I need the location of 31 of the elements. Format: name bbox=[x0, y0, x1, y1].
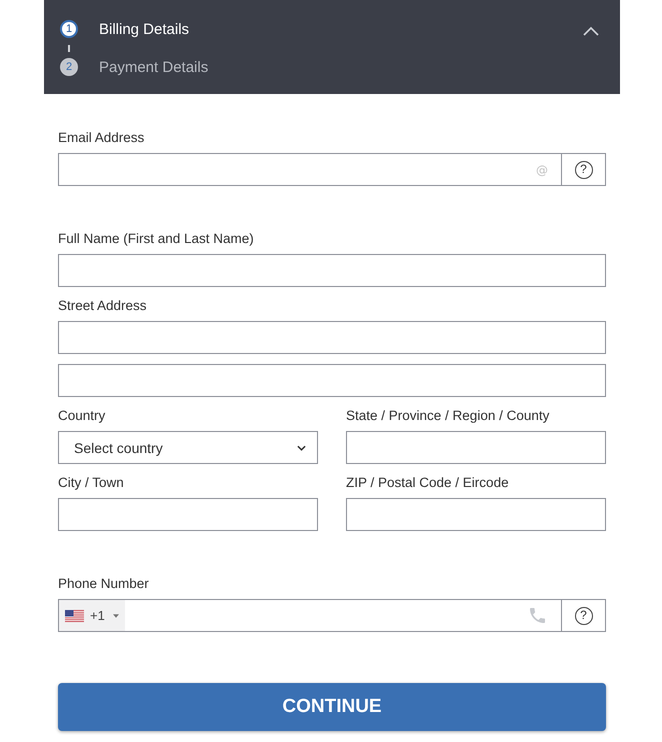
field-label: Street Address bbox=[58, 297, 147, 315]
chevron-up-icon[interactable] bbox=[583, 26, 599, 36]
help-button[interactable]: ? bbox=[574, 606, 592, 624]
country-select[interactable]: Select country bbox=[58, 431, 318, 464]
text-input[interactable] bbox=[58, 321, 606, 354]
text-input[interactable] bbox=[346, 498, 606, 531]
continue-button[interactable]: CONTINUE bbox=[58, 683, 606, 731]
text-input[interactable] bbox=[58, 364, 606, 397]
field-label: City / Town bbox=[58, 474, 124, 492]
phone-icon bbox=[530, 608, 545, 623]
step-connector bbox=[68, 44, 70, 52]
text-input[interactable] bbox=[346, 431, 606, 464]
help-button[interactable]: ? bbox=[574, 160, 592, 178]
field-label: ZIP / Postal Code / Eircode bbox=[346, 474, 509, 492]
field-label: Country bbox=[58, 407, 106, 425]
step-number: 1 bbox=[60, 20, 78, 38]
caret-icon bbox=[112, 614, 119, 618]
country-code-button[interactable]: +1 bbox=[59, 600, 125, 631]
at-sign-icon: @ bbox=[536, 162, 548, 176]
field-label: Phone Number bbox=[58, 575, 149, 593]
step-label: Payment Details bbox=[99, 58, 208, 76]
text-input[interactable] bbox=[58, 254, 606, 287]
step-label: Billing Details bbox=[99, 20, 190, 38]
chevron-down-icon bbox=[297, 444, 306, 450]
flag-icon bbox=[65, 610, 84, 622]
text-input[interactable] bbox=[58, 498, 318, 531]
step-number: 2 bbox=[60, 58, 78, 76]
field-label: Email Address bbox=[58, 129, 144, 147]
phone-input[interactable]: +1 bbox=[58, 599, 562, 632]
field-label: Full Name (First and Last Name) bbox=[58, 230, 254, 248]
field-label: State / Province / Region / County bbox=[346, 407, 550, 425]
